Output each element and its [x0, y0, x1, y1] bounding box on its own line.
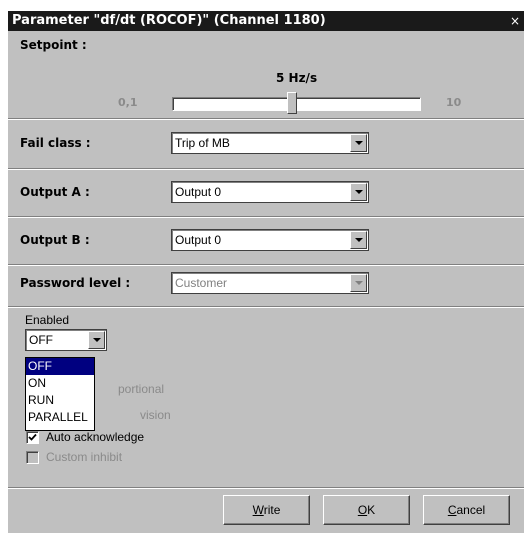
divider	[8, 487, 524, 489]
ok-button-mnemonic: O	[357, 503, 368, 517]
divider	[8, 168, 524, 170]
write-button[interactable]: Write	[223, 495, 310, 525]
proportional-checkbox-label: portional	[118, 382, 165, 396]
setpoint-label: Setpoint :	[20, 38, 87, 52]
divider	[8, 306, 524, 308]
output-a-select[interactable]: Output 0	[171, 181, 369, 203]
dialog-title: Parameter "df/dt (ROCOF)" (Channel 1180)	[12, 13, 326, 28]
setpoint-value: 5 Hz/s	[276, 71, 318, 85]
title-bar: Parameter "df/dt (ROCOF)" (Channel 1180)…	[8, 11, 524, 31]
divider	[8, 216, 524, 218]
auto-acknowledge-label[interactable]: Auto acknowledge	[46, 430, 144, 444]
password-level-label: Password level :	[20, 276, 131, 290]
password-level-select: Customer	[171, 272, 369, 294]
auto-acknowledge-checkbox[interactable]	[26, 431, 39, 444]
close-icon[interactable]: ×	[508, 11, 522, 31]
output-a-value: Output 0	[175, 185, 222, 199]
supervision-checkbox-label: vision	[140, 408, 171, 422]
write-button-mnemonic: W	[252, 503, 264, 517]
enabled-dropdown-list[interactable]: OFF ON RUN PARALLEL	[25, 357, 95, 431]
parameter-dialog: Parameter "df/dt (ROCOF)" (Channel 1180)…	[8, 11, 524, 533]
chevron-down-icon[interactable]	[350, 183, 367, 201]
divider	[8, 264, 524, 266]
password-level-value: Customer	[175, 276, 228, 290]
custom-inhibit-label: Custom inhibit	[46, 450, 123, 464]
setpoint-min: 0,1	[118, 96, 138, 109]
dropdown-option-off[interactable]: OFF	[26, 358, 94, 375]
dropdown-option-run[interactable]: RUN	[26, 392, 94, 409]
fail-class-label: Fail class :	[20, 136, 91, 150]
enabled-value: OFF	[29, 333, 53, 347]
write-button-label: rite	[263, 503, 281, 517]
setpoint-max: 10	[446, 96, 462, 109]
custom-inhibit-checkbox	[26, 451, 39, 464]
ok-button-label: K	[367, 503, 376, 517]
chevron-down-icon[interactable]	[88, 331, 105, 349]
dropdown-option-on[interactable]: ON	[26, 375, 94, 392]
cancel-button[interactable]: Cancel	[423, 495, 510, 525]
ok-button[interactable]: OK	[323, 495, 410, 525]
dropdown-option-parallel[interactable]: PARALLEL	[26, 409, 94, 426]
cancel-button-label: ancel	[456, 503, 486, 517]
enabled-select[interactable]: OFF	[25, 329, 107, 351]
checkmark-icon	[28, 433, 37, 441]
chevron-down-icon	[350, 274, 367, 292]
divider	[8, 118, 524, 120]
fail-class-value: Trip of MB	[175, 136, 230, 150]
output-b-value: Output 0	[175, 233, 222, 247]
output-b-label: Output B :	[20, 233, 90, 247]
chevron-down-icon[interactable]	[350, 134, 367, 152]
output-a-label: Output A :	[20, 185, 90, 199]
output-b-select[interactable]: Output 0	[171, 229, 369, 251]
chevron-down-icon[interactable]	[350, 231, 367, 249]
setpoint-slider-thumb[interactable]	[287, 92, 297, 114]
fail-class-select[interactable]: Trip of MB	[171, 132, 369, 154]
enabled-label: Enabled	[25, 313, 70, 327]
